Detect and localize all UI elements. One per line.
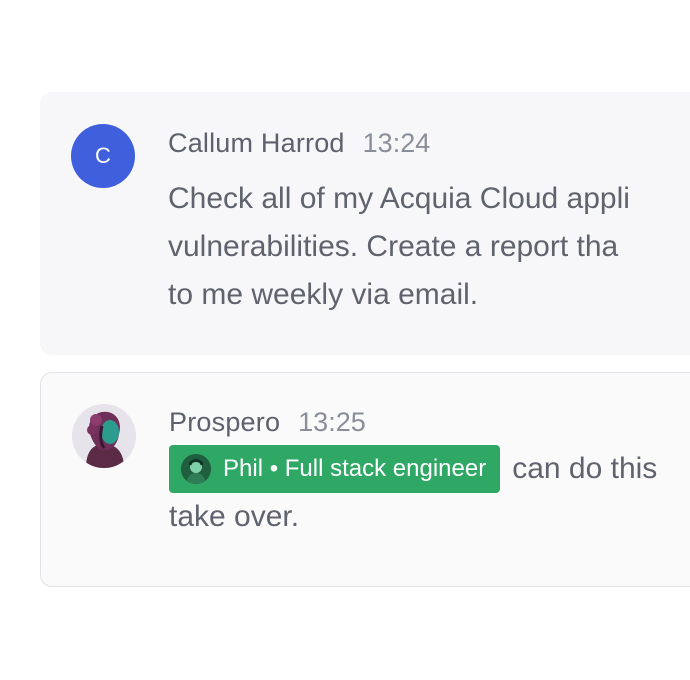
chat-thread: C Callum Harrod 13:24 Check all of my Ac… <box>0 0 690 680</box>
mention-label: Phil • Full stack engineer <box>223 455 487 482</box>
avatar-callum[interactable]: C <box>71 124 135 188</box>
message-line: to me weekly via email. <box>168 278 479 311</box>
mention-chip[interactable]: Phil • Full stack engineer <box>169 445 501 493</box>
author-name[interactable]: Callum Harrod <box>168 128 345 159</box>
message-time: 13:24 <box>362 128 431 158</box>
avatar-prospero[interactable] <box>72 404 136 468</box>
message-line: Phil • Full stack engineer can do this <box>169 445 690 493</box>
message-line: vulnerabilities. Create a report tha <box>168 230 619 263</box>
message-body: Phil • Full stack engineer can do this ta… <box>169 445 690 541</box>
message-line: take over. <box>169 500 300 533</box>
message-callum: C Callum Harrod 13:24 Check all of my Ac… <box>40 92 690 355</box>
message-text: can do this <box>512 452 658 485</box>
message-header: Callum Harrod 13:24 <box>168 128 690 164</box>
message-content: Callum Harrod 13:24 Check all of my Acqu… <box>168 128 690 319</box>
message-prospero: Prospero 13:25 Phil • Full stack enginee… <box>40 372 690 587</box>
message-time: 13:25 <box>298 407 366 437</box>
author-name[interactable]: Prospero <box>169 407 280 438</box>
message-content: Prospero 13:25 Phil • Full stack enginee… <box>169 407 690 541</box>
message-line: Check all of my Acquia Cloud appli <box>168 182 630 215</box>
phil-avatar-icon <box>181 454 211 484</box>
woman-portrait-avatar-icon <box>72 404 136 468</box>
message-header: Prospero 13:25 <box>169 407 690 443</box>
message-body: Check all of my Acquia Cloud appli vulne… <box>168 175 690 319</box>
avatar-initial: C <box>95 143 111 168</box>
